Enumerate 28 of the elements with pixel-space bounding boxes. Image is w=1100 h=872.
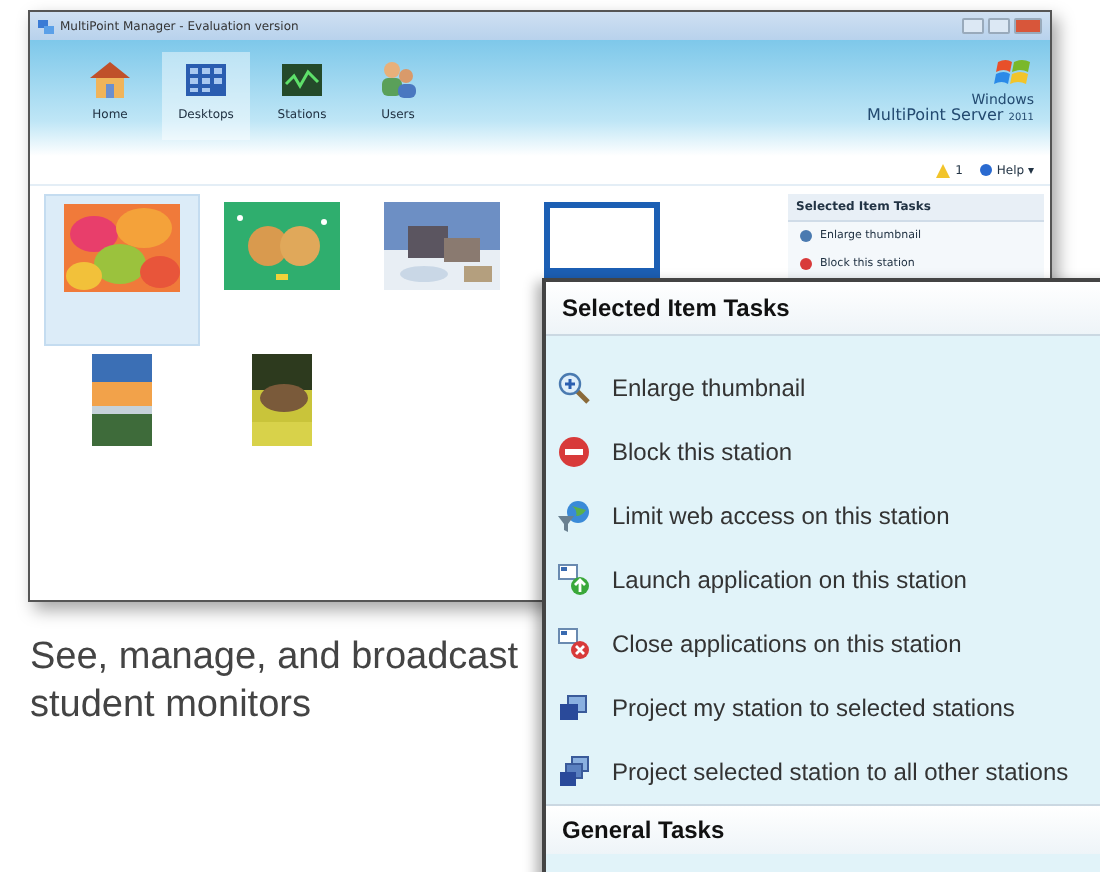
task-link[interactable]: Enlarge thumbnail <box>546 356 1100 420</box>
users-icon <box>376 60 420 100</box>
task-link[interactable]: Project selected station to all other stations <box>546 740 1100 804</box>
house-icon <box>88 60 132 100</box>
task-link[interactable]: Block this station <box>546 420 1100 484</box>
launch-app-icon <box>558 564 590 596</box>
caption: See, manage, and broadcast student monitors <box>30 634 521 730</box>
desktops-icon <box>184 60 228 100</box>
magnifier-icon <box>558 372 590 404</box>
globe-filter-icon <box>558 500 590 532</box>
panel-header: General Tasks <box>546 804 1100 854</box>
project-icon <box>558 692 590 724</box>
app-icon <box>38 19 54 33</box>
close-app-icon <box>558 628 590 660</box>
task-link[interactable]: Launch application on this station <box>546 548 1100 612</box>
close-button[interactable] <box>1014 18 1042 34</box>
panel-header: Selected Item Tasks <box>546 282 1100 336</box>
task-link[interactable]: Project my station to selected stations <box>546 676 1100 740</box>
desktop-screen-drawing[interactable] <box>544 202 660 278</box>
monitor-icon <box>280 60 324 100</box>
task-link[interactable]: Close applications on this station <box>546 612 1100 676</box>
station-thumbnail[interactable] <box>44 194 200 346</box>
task-link[interactable]: Limit web access on this station <box>546 484 1100 548</box>
warning-icon <box>935 163 950 177</box>
minimize-button[interactable] <box>962 18 984 34</box>
block-icon <box>558 436 590 468</box>
maximize-button[interactable] <box>988 18 1010 34</box>
project-all-icon <box>558 756 590 788</box>
